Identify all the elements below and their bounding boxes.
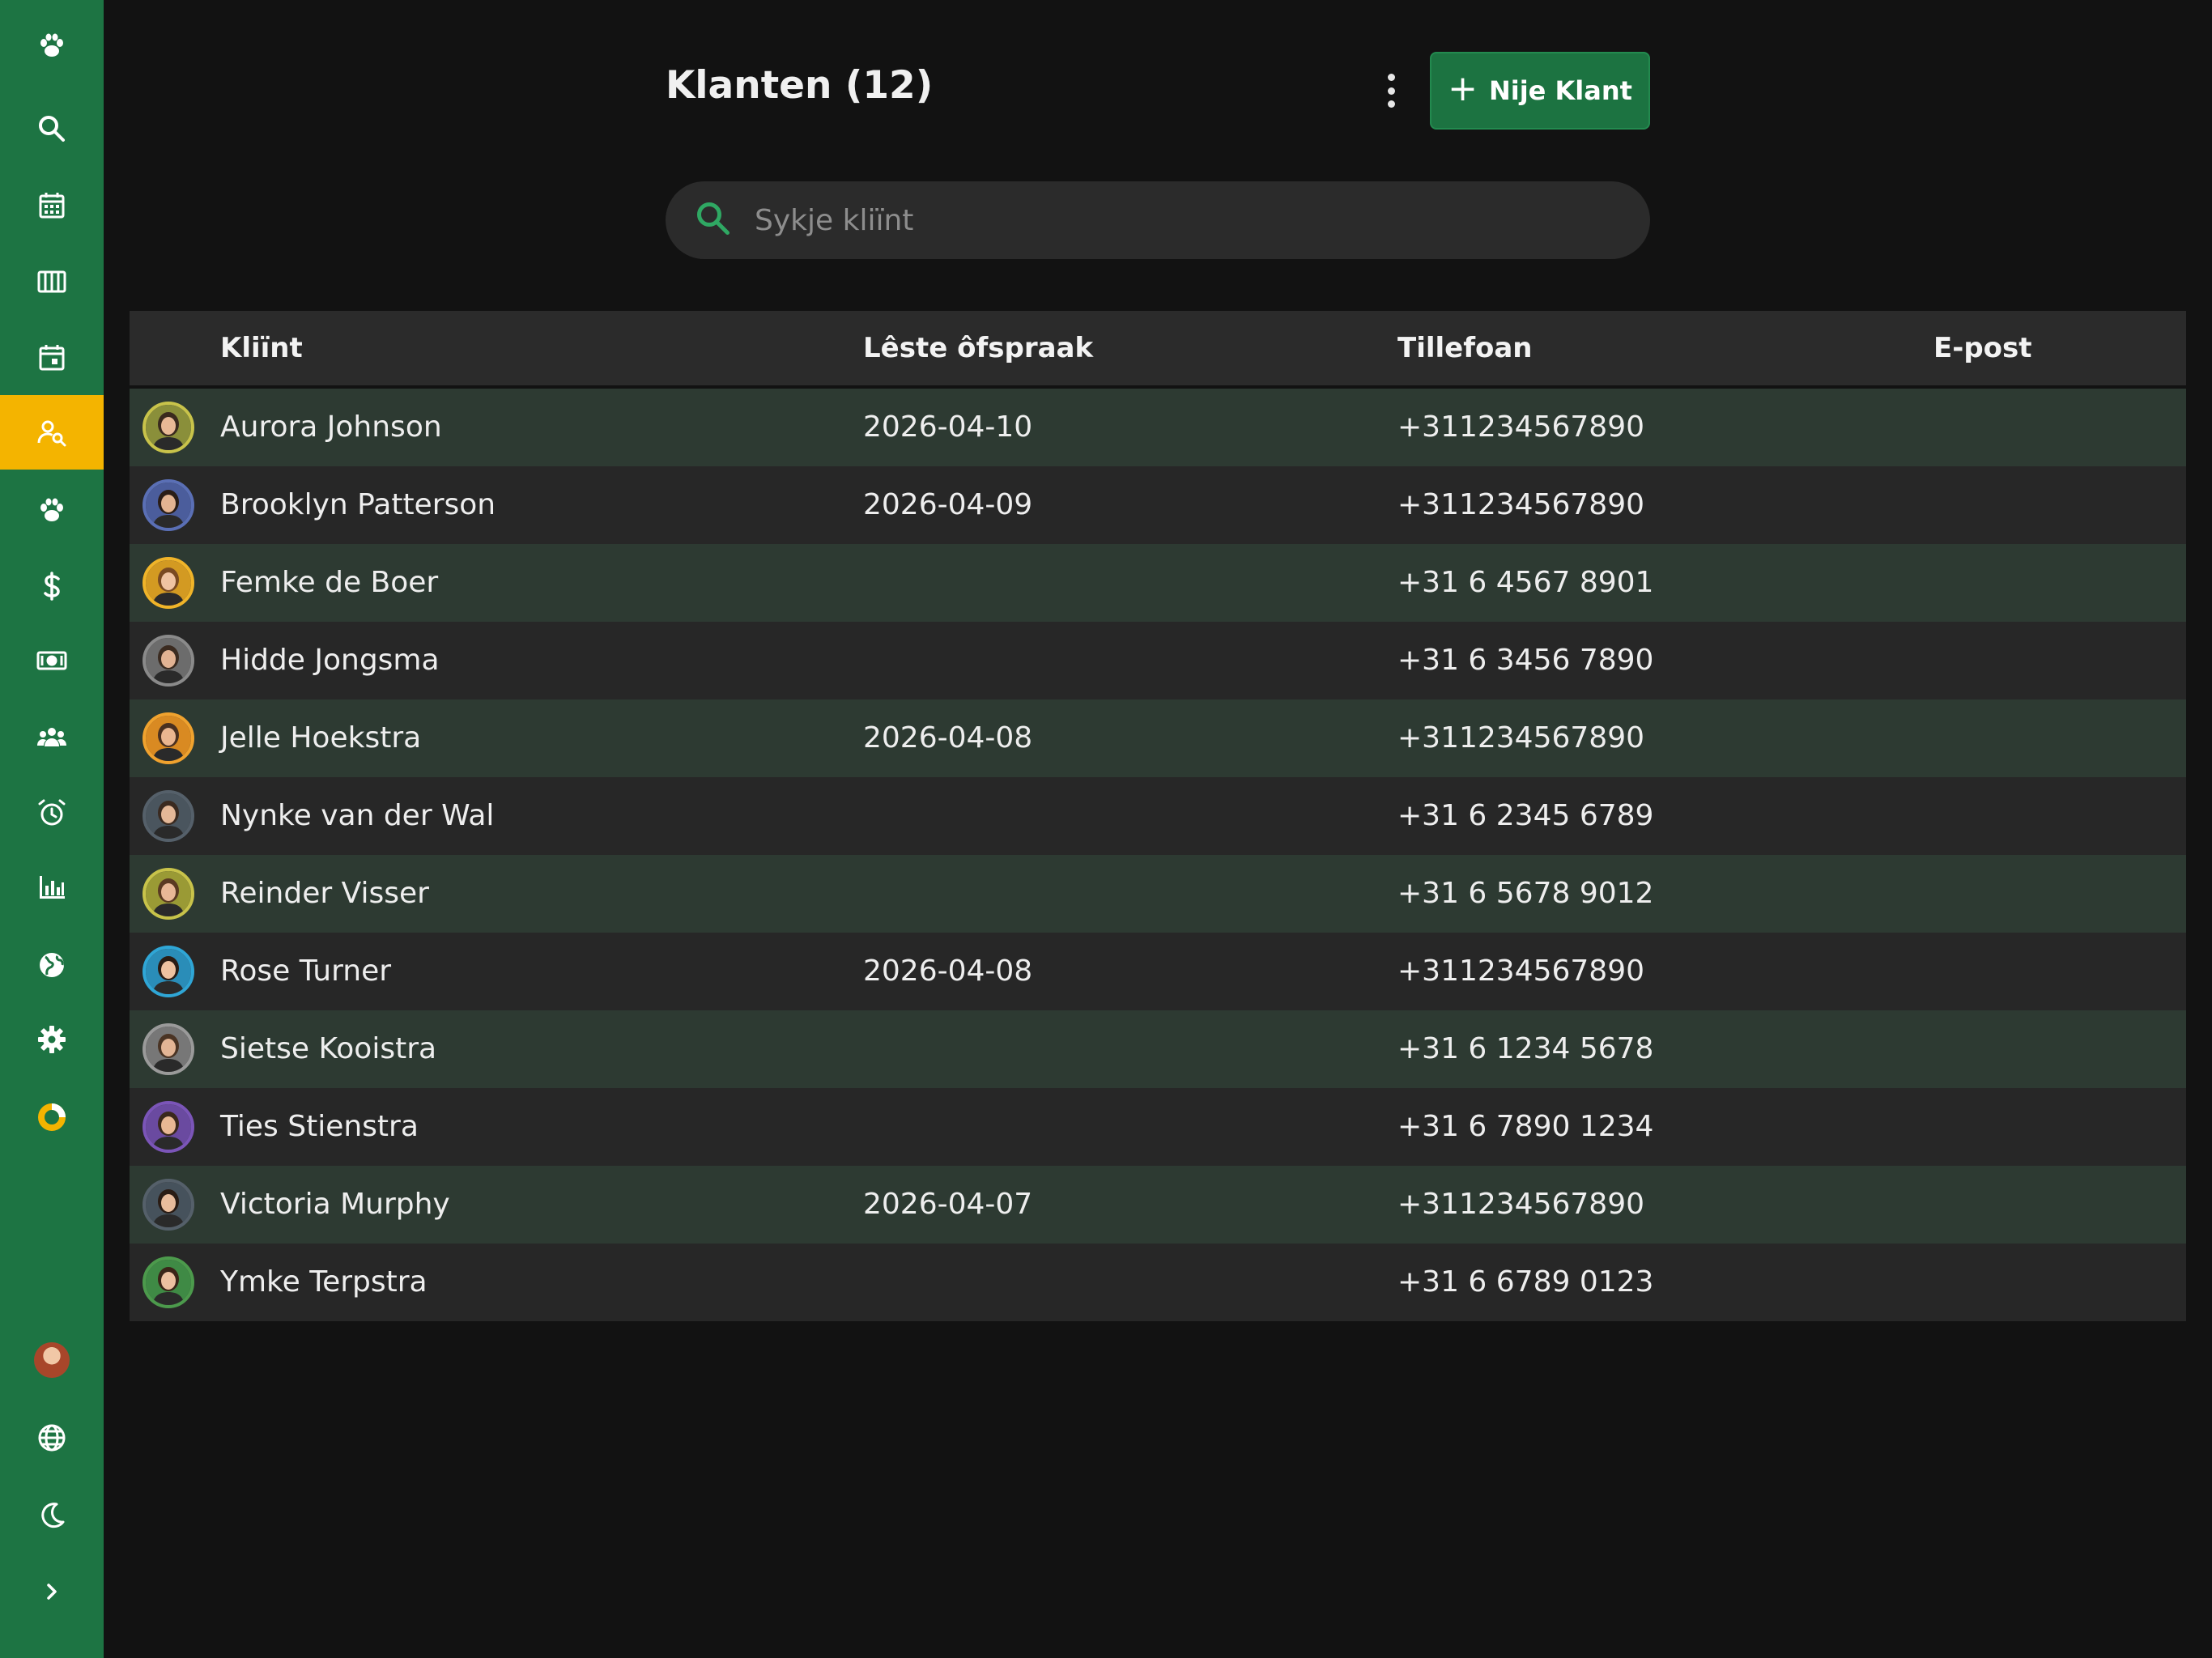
avatar bbox=[143, 557, 194, 609]
client-name: Femke de Boer bbox=[220, 566, 439, 599]
avatar bbox=[143, 1101, 194, 1153]
search-bar bbox=[666, 181, 1650, 259]
last-appointment: 2026-04-08 bbox=[863, 721, 1033, 755]
group-icon[interactable] bbox=[0, 699, 104, 774]
table-row[interactable]: Aurora Johnson 2026-04-10 +311234567890 bbox=[130, 389, 2186, 466]
more-options-icon[interactable] bbox=[1372, 70, 1410, 112]
client-name: Nynke van der Wal bbox=[220, 799, 495, 832]
bar-chart-icon[interactable] bbox=[0, 850, 104, 925]
phone-number: +31 6 6789 0123 bbox=[1397, 1265, 1654, 1299]
client-name: Reinder Visser bbox=[220, 877, 429, 910]
plus-icon: + bbox=[1448, 68, 1478, 109]
avatar bbox=[143, 1256, 194, 1308]
last-appointment: 2026-04-10 bbox=[863, 410, 1033, 444]
page-title: Klanten (12) bbox=[666, 63, 934, 108]
avatar bbox=[143, 1179, 194, 1231]
client-name: Sietse Kooistra bbox=[220, 1032, 437, 1065]
avatar bbox=[143, 635, 194, 687]
donut-icon[interactable] bbox=[0, 1080, 104, 1154]
phone-number: +311234567890 bbox=[1397, 954, 1645, 988]
table-row[interactable]: Femke de Boer +31 6 4567 8901 bbox=[130, 544, 2186, 622]
table-row[interactable]: Victoria Murphy 2026-04-07 +311234567890 bbox=[130, 1166, 2186, 1244]
paw-logo-icon[interactable] bbox=[0, 8, 104, 83]
gear-icon[interactable] bbox=[0, 1002, 104, 1077]
client-name: Hidde Jongsma bbox=[220, 644, 440, 677]
search-icon[interactable] bbox=[0, 91, 104, 166]
sidebar bbox=[0, 0, 104, 1658]
last-appointment: 2026-04-09 bbox=[863, 488, 1033, 521]
last-appointment: 2026-04-07 bbox=[863, 1188, 1033, 1221]
phone-number: +31 6 2345 6789 bbox=[1397, 799, 1654, 832]
globe-icon[interactable] bbox=[0, 928, 104, 1002]
client-name: Victoria Murphy bbox=[220, 1188, 450, 1221]
table-row[interactable]: Hidde Jongsma +31 6 3456 7890 bbox=[130, 622, 2186, 699]
client-search-icon[interactable] bbox=[0, 395, 104, 470]
client-name: Ties Stienstra bbox=[220, 1110, 419, 1143]
new-client-button[interactable]: + Nije Klant bbox=[1430, 52, 1650, 130]
alarm-clock-icon[interactable] bbox=[0, 776, 104, 850]
search-icon bbox=[693, 198, 734, 242]
language-globe-icon[interactable] bbox=[0, 1401, 104, 1475]
table-row[interactable]: Jelle Hoekstra 2026-04-08 +311234567890 bbox=[130, 699, 2186, 777]
client-name: Jelle Hoekstra bbox=[220, 721, 422, 755]
avatar bbox=[143, 479, 194, 531]
phone-number: +31 6 5678 9012 bbox=[1397, 877, 1654, 910]
clients-table: Kliïnt Lêste ôfspraak Tillefoan E-post A… bbox=[130, 311, 2186, 1321]
client-name: Aurora Johnson bbox=[220, 410, 442, 444]
last-appointment: 2026-04-08 bbox=[863, 954, 1033, 988]
avatar bbox=[143, 868, 194, 920]
table-header: Kliïnt Lêste ôfspraak Tillefoan E-post bbox=[130, 311, 2186, 389]
column-header-phone[interactable]: Tillefoan bbox=[1397, 311, 1533, 385]
search-input[interactable] bbox=[753, 202, 1606, 238]
phone-number: +311234567890 bbox=[1397, 488, 1645, 521]
phone-number: +311234567890 bbox=[1397, 721, 1645, 755]
client-name: Brooklyn Patterson bbox=[220, 488, 496, 521]
client-name: Ymke Terpstra bbox=[220, 1265, 428, 1299]
calendar-grid-icon[interactable] bbox=[0, 168, 104, 243]
moon-icon[interactable] bbox=[0, 1478, 104, 1553]
columns-icon[interactable] bbox=[0, 244, 104, 319]
chevron-right-icon[interactable] bbox=[0, 1554, 104, 1629]
table-body: Aurora Johnson 2026-04-10 +311234567890 Bro… bbox=[130, 389, 2186, 1321]
avatar bbox=[143, 790, 194, 842]
phone-number: +31 6 7890 1234 bbox=[1397, 1110, 1654, 1143]
avatar bbox=[143, 712, 194, 764]
new-client-label: Nije Klant bbox=[1488, 75, 1632, 106]
phone-number: +31 6 1234 5678 bbox=[1397, 1032, 1654, 1065]
table-row[interactable]: Reinder Visser +31 6 5678 9012 bbox=[130, 855, 2186, 933]
table-row[interactable]: Ties Stienstra +31 6 7890 1234 bbox=[130, 1088, 2186, 1166]
dollar-icon[interactable] bbox=[0, 549, 104, 623]
column-header-last-appointment[interactable]: Lêste ôfspraak bbox=[863, 311, 1093, 385]
avatar bbox=[143, 1023, 194, 1075]
table-row[interactable]: Rose Turner 2026-04-08 +311234567890 bbox=[130, 933, 2186, 1010]
paw-icon[interactable] bbox=[0, 473, 104, 547]
table-row[interactable]: Brooklyn Patterson 2026-04-09 +31123456789… bbox=[130, 466, 2186, 544]
calendar-day-icon[interactable] bbox=[0, 321, 104, 395]
table-row[interactable]: Sietse Kooistra +31 6 1234 5678 bbox=[130, 1010, 2186, 1088]
client-name: Rose Turner bbox=[220, 954, 392, 988]
table-row[interactable]: Nynke van der Wal +31 6 2345 6789 bbox=[130, 777, 2186, 855]
phone-number: +31 6 3456 7890 bbox=[1397, 644, 1654, 677]
table-row[interactable]: Ymke Terpstra +31 6 6789 0123 bbox=[130, 1244, 2186, 1321]
column-header-client[interactable]: Kliïnt bbox=[220, 311, 303, 385]
column-header-email[interactable]: E-post bbox=[1933, 311, 2032, 385]
phone-number: +311234567890 bbox=[1397, 1188, 1645, 1221]
phone-number: +311234567890 bbox=[1397, 410, 1645, 444]
banknote-icon[interactable] bbox=[0, 623, 104, 698]
phone-number: +31 6 4567 8901 bbox=[1397, 566, 1654, 599]
user-avatar[interactable] bbox=[0, 1323, 104, 1397]
avatar bbox=[34, 1342, 70, 1378]
avatar bbox=[143, 946, 194, 997]
avatar bbox=[143, 402, 194, 453]
